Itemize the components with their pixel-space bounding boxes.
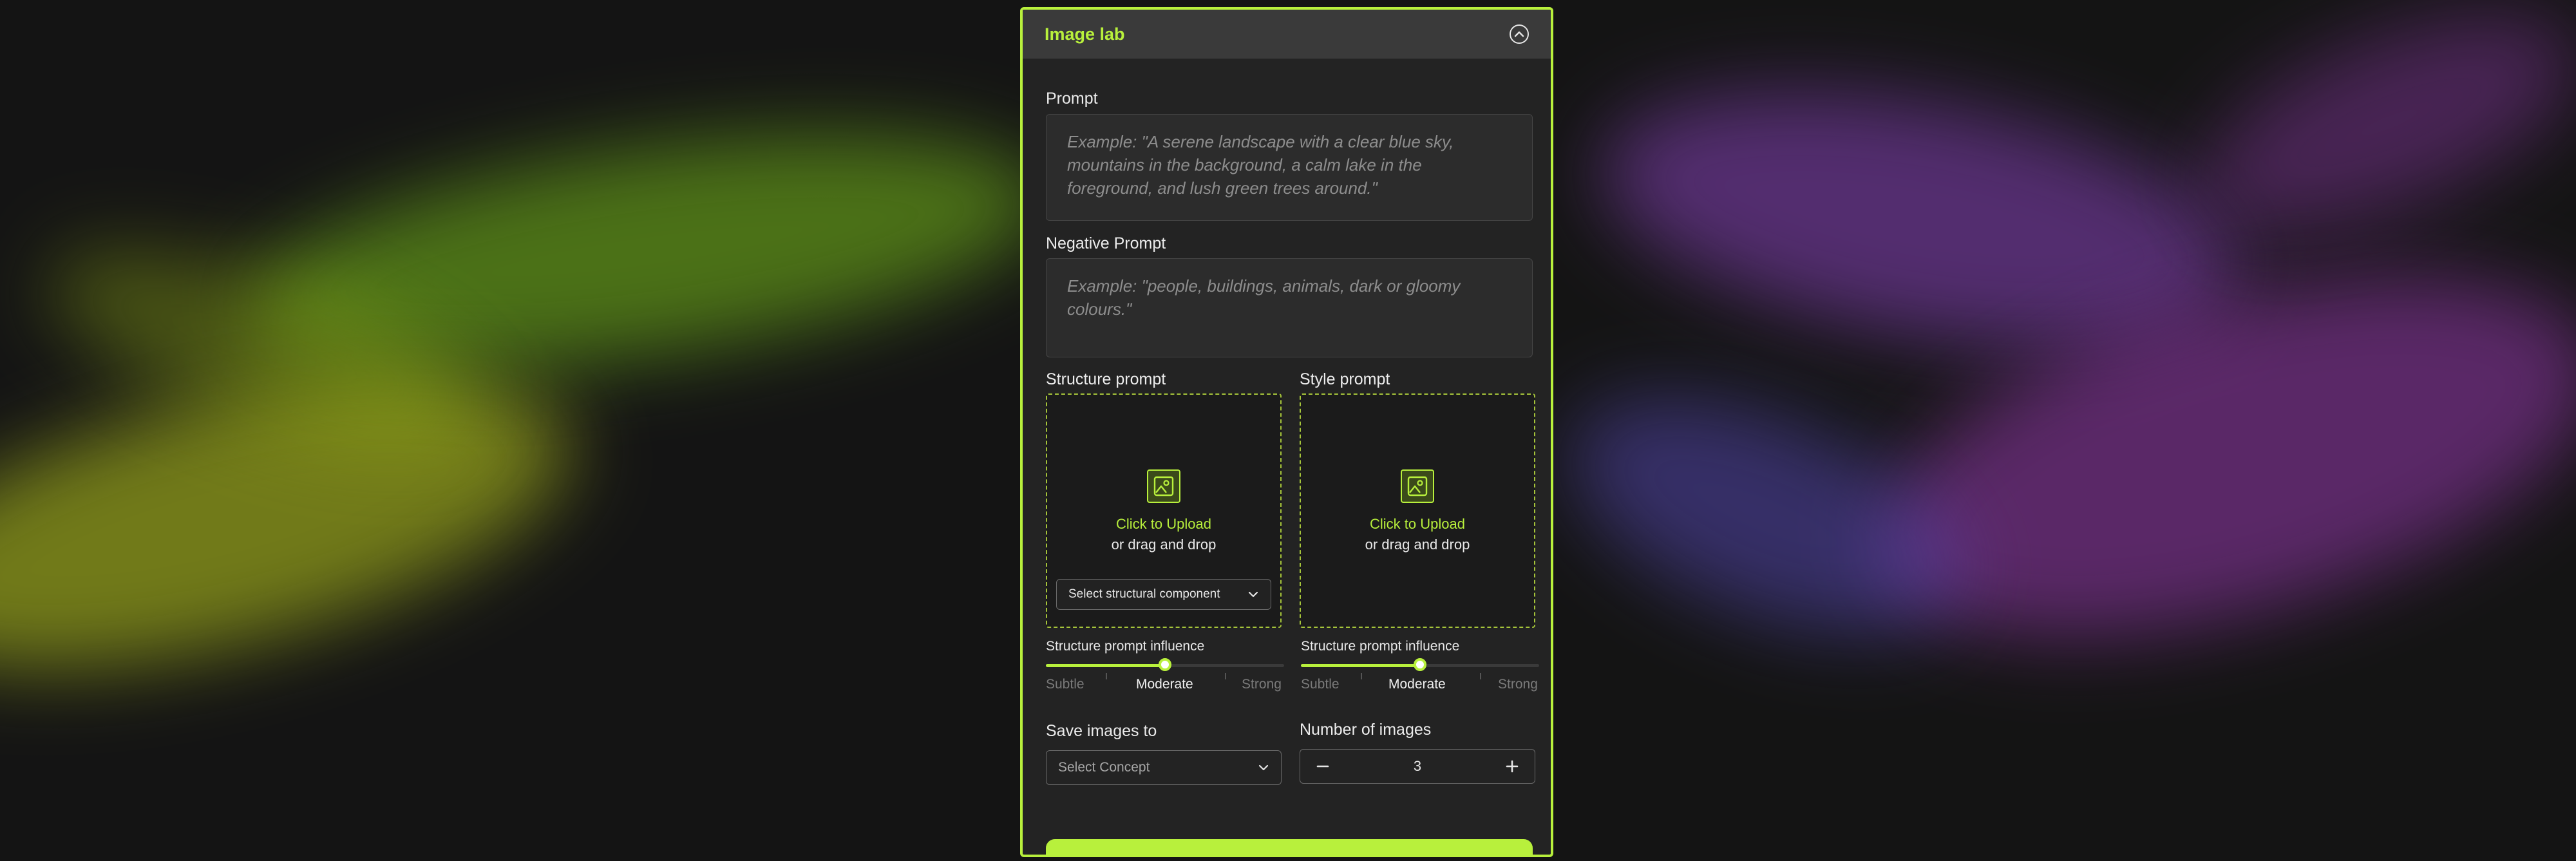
style-upload-dropzone[interactable]: Click to Upload or drag and drop [1300,393,1535,628]
slider-thumb[interactable] [1159,658,1171,671]
increment-button[interactable] [1502,757,1522,776]
image-upload-icon [1401,469,1434,503]
prompt-label: Prompt [1046,90,1098,108]
generate-images-button[interactable]: Generate Images [1046,839,1533,855]
slider-mid-label: Moderate [1136,677,1193,692]
structural-component-select-label: Select structural component [1068,587,1220,601]
collapse-button[interactable] [1510,24,1529,44]
concept-select[interactable]: Select Concept [1046,750,1282,785]
negative-prompt-input[interactable]: Example: "people, buildings, animals, da… [1046,258,1533,357]
style-click-to-upload[interactable]: Click to Upload [1301,516,1534,533]
structure-drag-text: or drag and drop [1111,536,1217,553]
structure-influence-slider[interactable] [1046,658,1284,679]
save-images-label: Save images to [1046,722,1157,740]
slider-fill [1046,664,1165,667]
style-drag-text: or drag and drop [1365,536,1470,553]
number-of-images-label: Number of images [1300,721,1432,739]
slider-mid-label: Moderate [1388,677,1446,692]
structure-prompt-label: Structure prompt [1046,370,1166,388]
slider-max-label: Strong [1242,677,1282,692]
structural-component-select[interactable]: Select structural component [1056,579,1271,610]
negative-prompt-label: Negative Prompt [1046,234,1166,252]
style-prompt-label: Style prompt [1300,370,1390,388]
slider-thumb[interactable] [1414,658,1426,671]
style-influence-slider[interactable] [1301,658,1539,679]
style-influence-title: Structure prompt influence [1301,639,1460,654]
decrement-button[interactable] [1313,757,1332,776]
structure-influence-title: Structure prompt influence [1046,639,1205,654]
minus-icon [1316,765,1329,768]
slider-fill [1301,664,1420,667]
number-of-images-stepper: 3 [1300,749,1535,784]
slider-max-label: Strong [1498,677,1538,692]
panel-title: Image lab [1045,24,1125,44]
number-of-images-value[interactable]: 3 [1414,758,1421,775]
structure-click-to-upload[interactable]: Click to Upload [1047,516,1280,533]
panel-header: Image lab [1023,10,1551,59]
image-lab-panel: Image lab Prompt Example: "A serene land… [1020,7,1553,857]
concept-select-placeholder: Select Concept [1058,760,1150,775]
chevron-down-icon [1258,764,1269,771]
slider-min-label: Subtle [1301,677,1340,692]
chevron-down-icon [1248,591,1258,598]
prompt-input[interactable]: Example: "A serene landscape with a clea… [1046,114,1533,221]
structure-upload-dropzone[interactable]: Click to Upload or drag and drop Select … [1046,393,1282,628]
plus-icon [1506,760,1519,773]
chevron-up-icon [1514,31,1524,37]
image-upload-icon [1147,469,1180,503]
slider-min-label: Subtle [1046,677,1084,692]
